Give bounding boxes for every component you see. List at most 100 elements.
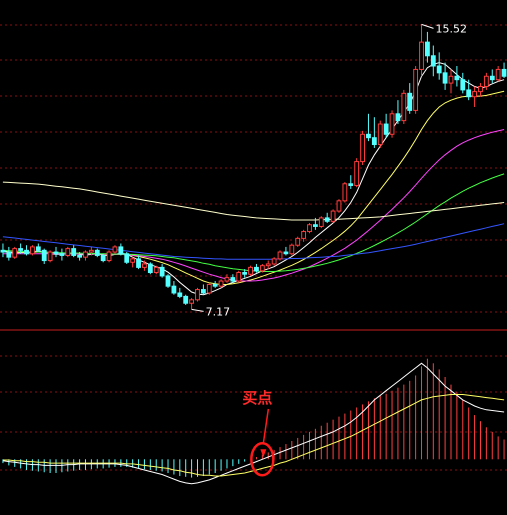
candle-body [318,217,324,227]
candle-body [106,251,112,262]
candle-body [130,258,136,263]
candle-body [424,41,430,57]
candle-body [59,253,65,256]
candle [460,72,466,94]
candle-body [118,246,124,255]
ma-line-1 [2,62,505,296]
candle [189,298,195,310]
candle [360,130,365,165]
candle-body [495,68,501,81]
candle-body [254,266,259,272]
candle-body [230,277,236,282]
candle [165,274,171,288]
candle-body [147,263,153,274]
candle-body [212,283,218,287]
candle-body [83,251,88,258]
candle-body [271,258,277,265]
candle [383,113,389,138]
candle [495,66,501,82]
candle-body [112,246,118,253]
candle-body [142,263,147,268]
candle [271,257,277,266]
candle-body [283,251,289,255]
candle-body [183,295,189,304]
candle [436,52,442,80]
moving-average-lines [2,62,505,296]
candle-body [383,123,389,135]
candle-body [159,266,165,277]
candle-body [30,246,35,255]
candle [218,279,224,288]
candle-body [153,266,159,274]
candle-body [489,75,495,81]
candle [324,212,330,224]
candle [330,209,336,224]
candle-body [371,137,377,146]
candle [0,243,6,258]
candle-body [336,200,342,212]
candle [71,245,77,258]
candle-body [413,68,419,111]
candle [147,262,153,275]
candle-body [407,92,413,111]
candle-body [483,75,489,88]
candle [206,282,212,295]
candle [277,250,283,261]
candle-body [265,263,271,267]
candle-body [53,251,59,255]
candle [424,31,430,63]
low-price-label: 7.17 [206,305,231,318]
candle [100,253,106,263]
candle [106,250,112,263]
candle [442,62,448,90]
candle [283,246,289,256]
candle-body [136,258,141,268]
candle [401,89,407,125]
stock-chart: 15.52 7.17 买点 [0,22,507,485]
candle-body [342,183,348,202]
candle [112,245,118,254]
candle [224,274,230,283]
candle [124,252,130,264]
candle-body [206,283,212,294]
candle-body [312,224,318,227]
candle [489,69,495,84]
candle [59,248,65,261]
ma-line-3 [2,129,505,282]
buy-point-arrow [262,408,270,444]
candle [395,100,401,125]
candle-body [442,72,448,84]
candle [200,284,206,295]
candle [195,287,200,302]
candle-body [324,217,330,222]
price-annotations: 15.52 7.17 [191,22,468,318]
candle [183,294,189,305]
candle [6,246,12,261]
candle-body [395,113,401,122]
candle [419,24,424,77]
candle-body [47,251,53,262]
candle [159,263,165,278]
candle [377,120,383,148]
candle-body [366,133,371,139]
candle-body [171,285,177,294]
candle [212,281,218,288]
candle-body [94,249,100,256]
candle-body [6,251,12,258]
candle [236,270,242,283]
candle-body [195,289,200,301]
candle-body [71,248,77,256]
candle-body [501,68,507,77]
candle-body [200,289,206,294]
candle [307,223,312,234]
candle-body [472,91,477,98]
candle [24,245,29,256]
candle-body [12,248,18,258]
candle [171,281,177,295]
candle-body [236,272,242,282]
candle-body [224,277,230,282]
candle [301,229,307,242]
candle-body [430,55,436,67]
candle-body [466,89,472,98]
high-price-label: 15.52 [436,22,468,35]
